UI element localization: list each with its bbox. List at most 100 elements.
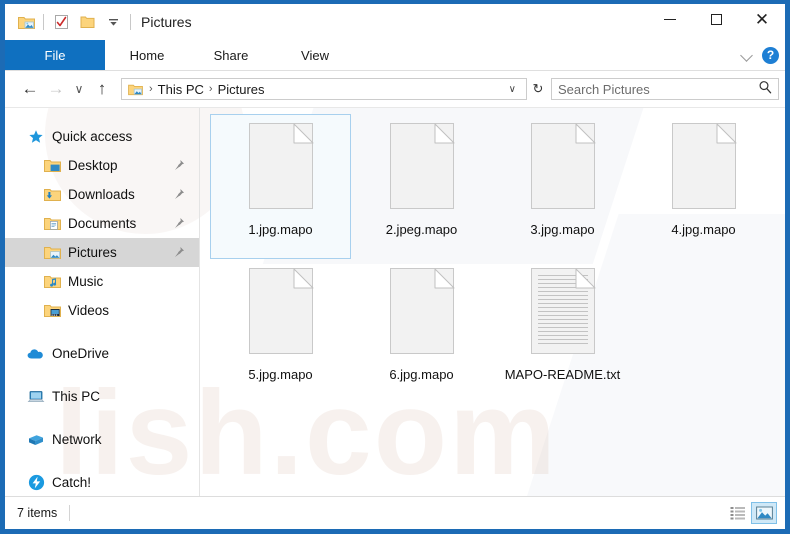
folder-videos-icon — [43, 303, 61, 319]
pin-icon[interactable] — [173, 187, 185, 205]
network-icon — [27, 432, 45, 448]
file-name: 2.jpeg.mapo — [385, 222, 458, 237]
folder-pictures-icon[interactable] — [13, 9, 39, 35]
properties-check-icon[interactable] — [48, 9, 74, 35]
sidebar-item-label: Videos — [68, 303, 110, 318]
file-name: 5.jpg.mapo — [248, 367, 313, 382]
status-divider — [69, 505, 71, 521]
sidebar-item-catch[interactable]: Catch! — [5, 468, 199, 497]
window-controls: ✕ — [647, 4, 785, 34]
tab-file[interactable]: File — [5, 40, 105, 70]
forward-button[interactable]: → — [43, 76, 69, 102]
file-grid: 1.jpg.mapo 2.jpeg.mapo 3.jpg.mapo 4.jpg.… — [210, 114, 785, 404]
tab-view[interactable]: View — [273, 40, 357, 70]
file-item[interactable]: 3.jpg.mapo — [492, 114, 633, 259]
blank-file-icon — [666, 121, 742, 217]
toolbar-divider — [130, 14, 131, 30]
sidebar-item-music[interactable]: Music — [5, 267, 199, 296]
sidebar-group-quick-access[interactable]: Quick access — [5, 122, 199, 151]
folder-desktop-icon — [43, 158, 61, 174]
address-bar: ← → ∨ ↑ › This PC › Pictures ∨ ↻ Search … — [5, 71, 785, 108]
cloud-icon — [27, 346, 45, 362]
sidebar-item-label: Catch! — [52, 475, 92, 490]
blank-file-icon — [243, 121, 319, 217]
breadcrumb[interactable]: › This PC › Pictures ∨ — [121, 78, 527, 100]
folder-downloads-icon — [43, 187, 61, 203]
sidebar-item-label: Network — [52, 432, 102, 447]
chevron-down-icon[interactable] — [740, 48, 754, 62]
folder-documents-icon — [43, 216, 61, 232]
text-file-icon — [525, 266, 601, 362]
file-item[interactable]: 2.jpeg.mapo — [351, 114, 492, 259]
sidebar-item-network[interactable]: Network — [5, 425, 199, 454]
folder-pictures-icon — [43, 245, 61, 261]
sidebar-item-downloads[interactable]: Downloads — [5, 180, 199, 209]
maximize-button[interactable] — [693, 4, 739, 34]
file-item[interactable]: 6.jpg.mapo — [351, 259, 492, 404]
new-folder-icon[interactable] — [74, 9, 100, 35]
title-bar: Pictures ✕ — [5, 4, 785, 40]
file-name: 1.jpg.mapo — [248, 222, 313, 237]
file-name: MAPO-README.txt — [504, 367, 621, 382]
refresh-button[interactable]: ↻ — [527, 78, 549, 100]
sidebar-group-label: Quick access — [52, 129, 133, 144]
file-explorer-window: lish.com Pictures ✕ File Home Share View… — [0, 0, 790, 534]
folder-pictures-icon — [128, 83, 143, 96]
file-name: 6.jpg.mapo — [389, 367, 454, 382]
ribbon-tab-bar: File Home Share View ? — [5, 40, 785, 71]
sidebar-item-this-pc[interactable]: This PC — [5, 382, 199, 411]
status-bar: 7 items — [5, 496, 785, 529]
close-button[interactable]: ✕ — [739, 4, 785, 34]
sidebar-item-label: Documents — [68, 216, 137, 231]
navigation-pane: Quick access Desktop Downloads Documents… — [5, 108, 200, 496]
star-icon — [27, 129, 45, 145]
minimize-button[interactable] — [647, 4, 693, 34]
pin-icon[interactable] — [173, 245, 185, 263]
breadcrumb-separator: › — [149, 83, 153, 95]
sidebar-item-videos[interactable]: Videos — [5, 296, 199, 325]
file-item[interactable]: 5.jpg.mapo — [210, 259, 351, 404]
sidebar-item-desktop[interactable]: Desktop — [5, 151, 199, 180]
sidebar-item-onedrive[interactable]: OneDrive — [5, 339, 199, 368]
search-input[interactable]: Search Pictures — [558, 82, 758, 97]
sidebar-item-label: OneDrive — [52, 346, 110, 361]
sidebar-item-documents[interactable]: Documents — [5, 209, 199, 238]
recent-locations-button[interactable]: ∨ — [69, 76, 89, 102]
customize-dropdown-icon[interactable] — [100, 9, 126, 35]
quick-access-toolbar — [13, 9, 135, 35]
catch-lightning-icon — [27, 474, 45, 491]
file-item[interactable]: 1.jpg.mapo — [210, 114, 351, 259]
item-count: 7 items — [17, 506, 58, 520]
sidebar-item-label: Pictures — [68, 245, 117, 260]
blank-file-icon — [384, 121, 460, 217]
blank-file-icon — [384, 266, 460, 362]
file-item[interactable]: MAPO-README.txt — [492, 259, 633, 404]
ribbon-right-controls: ? — [740, 40, 779, 70]
pin-icon[interactable] — [173, 216, 185, 234]
sidebar-item-label: This PC — [52, 389, 101, 404]
sidebar-item-pictures[interactable]: Pictures — [5, 238, 199, 267]
tab-home[interactable]: Home — [105, 40, 189, 70]
file-list-view[interactable]: 1.jpg.mapo 2.jpeg.mapo 3.jpg.mapo 4.jpg.… — [200, 108, 785, 496]
breadcrumb-dropdown-icon[interactable]: ∨ — [503, 84, 522, 95]
tab-share[interactable]: Share — [189, 40, 273, 70]
help-button[interactable]: ? — [762, 46, 779, 64]
up-button[interactable]: ↑ — [89, 76, 115, 102]
explorer-body: Quick access Desktop Downloads Documents… — [5, 108, 785, 496]
breadcrumb-item-pictures[interactable]: Pictures — [215, 82, 268, 97]
breadcrumb-item-this-pc[interactable]: This PC — [155, 82, 207, 97]
blank-file-icon — [525, 121, 601, 217]
large-icons-view-button[interactable] — [751, 502, 777, 524]
details-view-button[interactable] — [725, 502, 751, 524]
search-box[interactable]: Search Pictures — [551, 78, 779, 100]
toolbar-divider — [43, 14, 44, 30]
back-button[interactable]: ← — [17, 76, 43, 102]
file-item[interactable]: 4.jpg.mapo — [633, 114, 774, 259]
search-icon — [758, 80, 772, 99]
blank-file-icon — [243, 266, 319, 362]
pin-icon[interactable] — [173, 158, 185, 176]
